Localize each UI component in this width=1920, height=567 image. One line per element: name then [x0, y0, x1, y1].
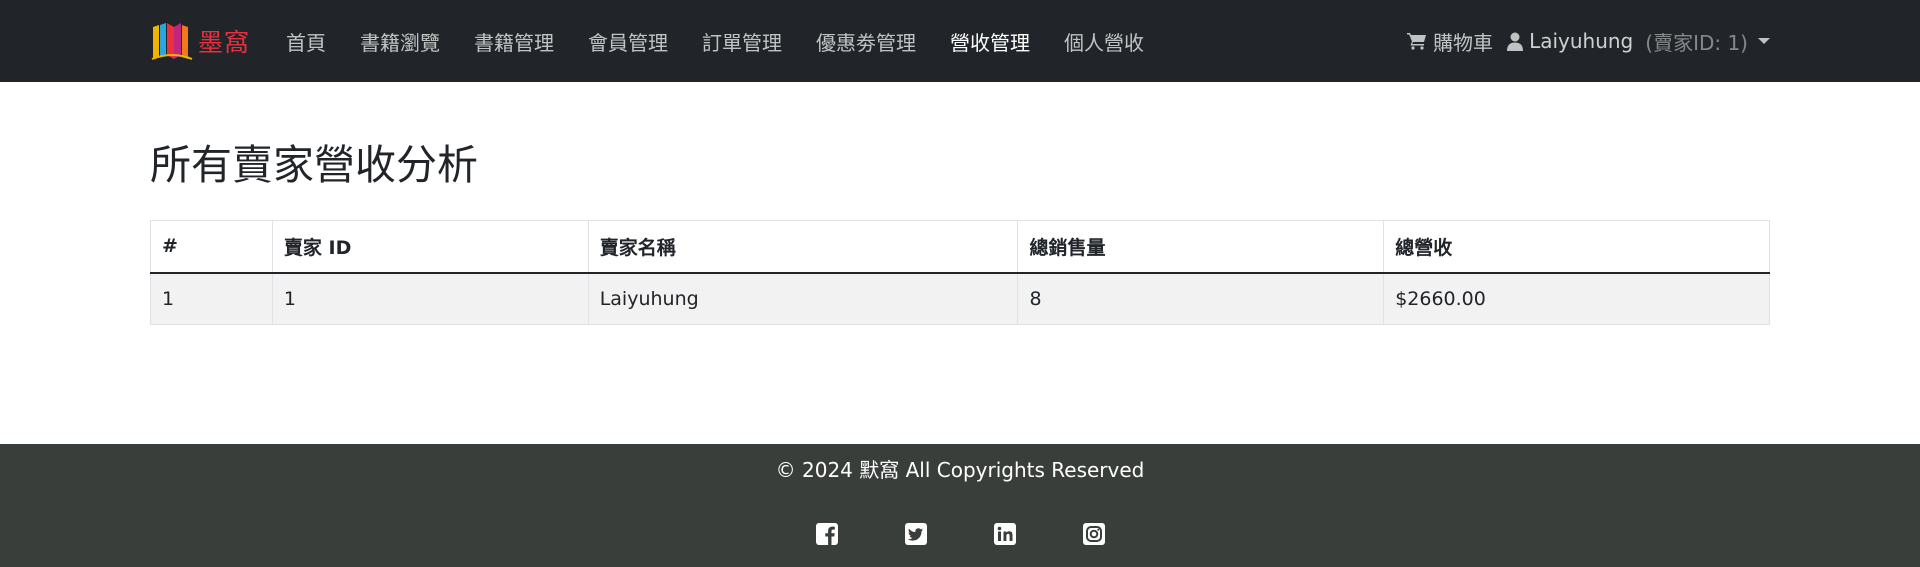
nav-item-book-management[interactable]: 書籍管理 — [457, 27, 571, 56]
nav-right: 購物車 Laiyuhung (賣家ID: 1) — [1407, 27, 1770, 56]
brand-name: 墨窩 — [198, 28, 251, 57]
column-header-seller-id: 賣家 ID — [271, 220, 589, 274]
column-header-seller-name: 賣家名稱 — [587, 220, 1019, 274]
user-icon — [1507, 32, 1524, 51]
seller-id-label: (賣家ID: 1) — [1645, 30, 1748, 55]
brand-link[interactable]: 墨窩 — [150, 21, 250, 61]
nav-item-browse-books[interactable]: 書籍瀏覽 — [343, 27, 457, 56]
column-header-total-sales: 總銷售量 — [1017, 220, 1385, 274]
nav-item-home[interactable]: 首頁 — [278, 27, 343, 56]
nav-item-coupon-management[interactable]: 優惠劵管理 — [799, 27, 933, 56]
cell-total-revenue: $2660.00 — [1383, 272, 1770, 325]
cell-total-sales: 8 — [1017, 272, 1385, 325]
user-menu-toggle[interactable]: Laiyuhung (賣家ID: 1) — [1507, 27, 1770, 56]
instagram-icon — [1082, 523, 1105, 545]
nav-item-personal-revenue[interactable]: 個人營收 — [1047, 27, 1161, 56]
cart-link[interactable]: 購物車 — [1407, 27, 1493, 56]
instagram-link[interactable] — [1082, 522, 1106, 546]
page-title: 所有賣家營收分析 — [150, 141, 478, 189]
cell-seller-name: Laiyuhung — [587, 272, 1019, 325]
cart-label: 購物車 — [1433, 30, 1494, 55]
footer: © 2024 默窩 All Copyrights Reserved — [0, 444, 1920, 567]
facebook-link[interactable] — [815, 522, 839, 546]
twitter-link[interactable] — [904, 522, 928, 546]
revenue-table: # 賣家 ID 賣家名稱 總銷售量 總營收 1 1 Laiyuhung 8 $2… — [150, 220, 1770, 325]
nav-item-revenue-management[interactable]: 營收管理 — [933, 27, 1047, 56]
nav-links: 首頁 書籍瀏覽 書籍管理 會員管理 訂單管理 優惠劵管理 營收管理 個人營收 — [278, 27, 1161, 56]
nav-item-member-management[interactable]: 會員管理 — [571, 27, 685, 56]
cell-seller-id: 1 — [271, 272, 589, 325]
main-content: 所有賣家營收分析 # 賣家 ID 賣家名稱 總銷售量 總營收 1 1 Laiyu… — [150, 82, 1770, 325]
navbar-container: 墨窩 首頁 書籍瀏覽 書籍管理 會員管理 訂單管理 優惠劵管理 營收管理 個人營… — [150, 0, 1770, 82]
nav-item-order-management[interactable]: 訂單管理 — [685, 27, 799, 56]
chevron-down-icon — [1758, 38, 1770, 44]
column-header-total-revenue: 總營收 — [1383, 220, 1770, 274]
user-name: Laiyuhung — [1529, 29, 1634, 53]
top-navbar: 墨窩 首頁 書籍瀏覽 書籍管理 會員管理 訂單管理 優惠劵管理 營收管理 個人營… — [0, 0, 1920, 82]
linkedin-link[interactable] — [993, 522, 1017, 546]
linkedin-icon — [993, 523, 1016, 545]
twitter-icon — [904, 523, 927, 545]
shopping-cart-icon — [1407, 33, 1427, 50]
footer-copyright: © 2024 默窩 All Copyrights Reserved — [775, 458, 1145, 482]
social-links — [0, 522, 1920, 546]
column-header-index: # — [150, 220, 273, 274]
table-header-row: # 賣家 ID 賣家名稱 總銷售量 總營收 — [150, 220, 1770, 274]
facebook-icon — [815, 523, 838, 545]
cell-index: 1 — [150, 272, 273, 325]
books-logo-icon — [151, 23, 193, 60]
table-row: 1 1 Laiyuhung 8 $2660.00 — [150, 272, 1770, 325]
